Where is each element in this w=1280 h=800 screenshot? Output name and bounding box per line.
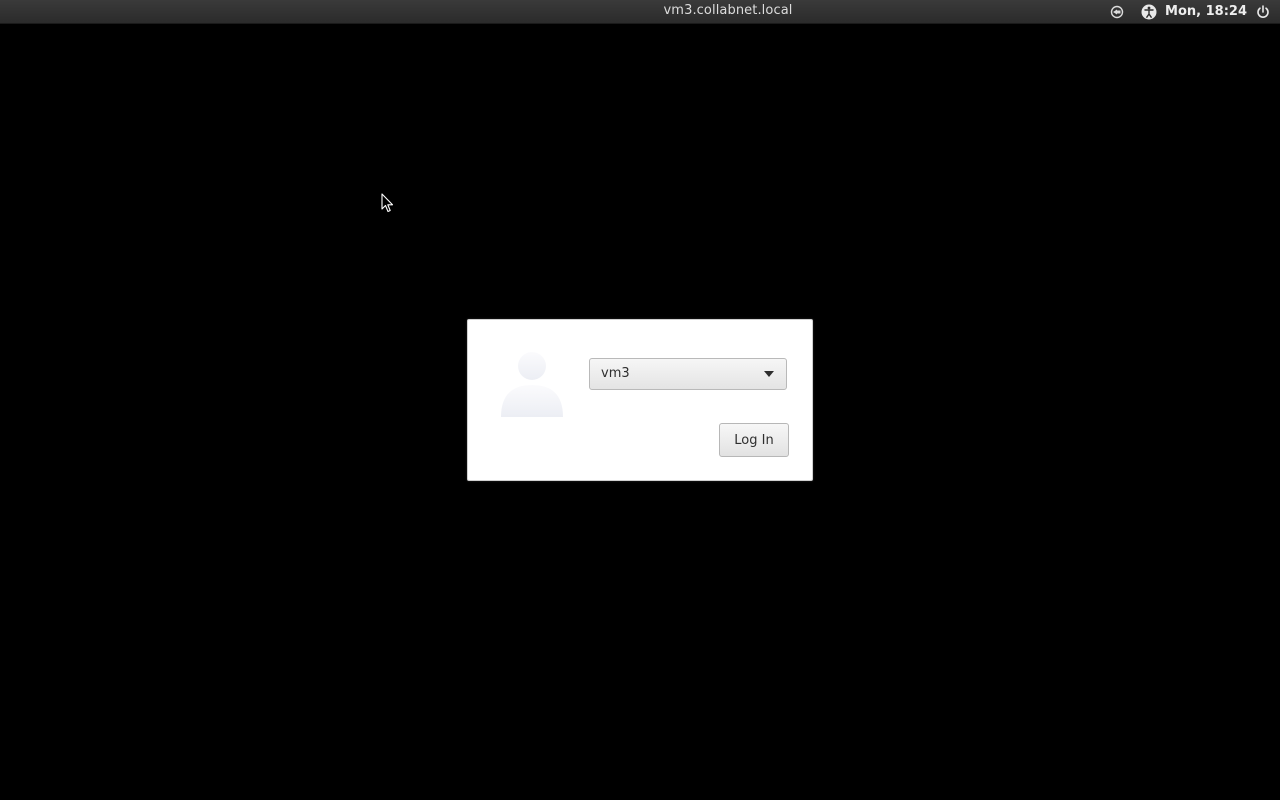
selected-user: vm3 <box>601 366 630 381</box>
session-icon[interactable] <box>1109 4 1125 20</box>
user-avatar-icon <box>501 352 563 417</box>
chevron-down-icon <box>764 371 774 377</box>
user-select-dropdown[interactable]: vm3 <box>589 358 787 390</box>
login-dialog: vm3 Log In <box>467 319 813 481</box>
login-button[interactable]: Log In <box>719 423 789 457</box>
top-panel: vm3.collabnet.local Mon, 18:24 <box>0 0 1280 24</box>
login-screen: vm3.collabnet.local Mon, 18:24 vm3 Log I… <box>0 0 1280 800</box>
mouse-pointer-icon <box>381 193 394 213</box>
accessibility-icon[interactable] <box>1141 4 1157 20</box>
power-icon[interactable] <box>1255 4 1271 20</box>
hostname-label: vm3.collabnet.local <box>663 3 793 18</box>
system-tray: Mon, 18:24 <box>1093 0 1280 23</box>
clock[interactable]: Mon, 18:24 <box>1165 4 1247 19</box>
